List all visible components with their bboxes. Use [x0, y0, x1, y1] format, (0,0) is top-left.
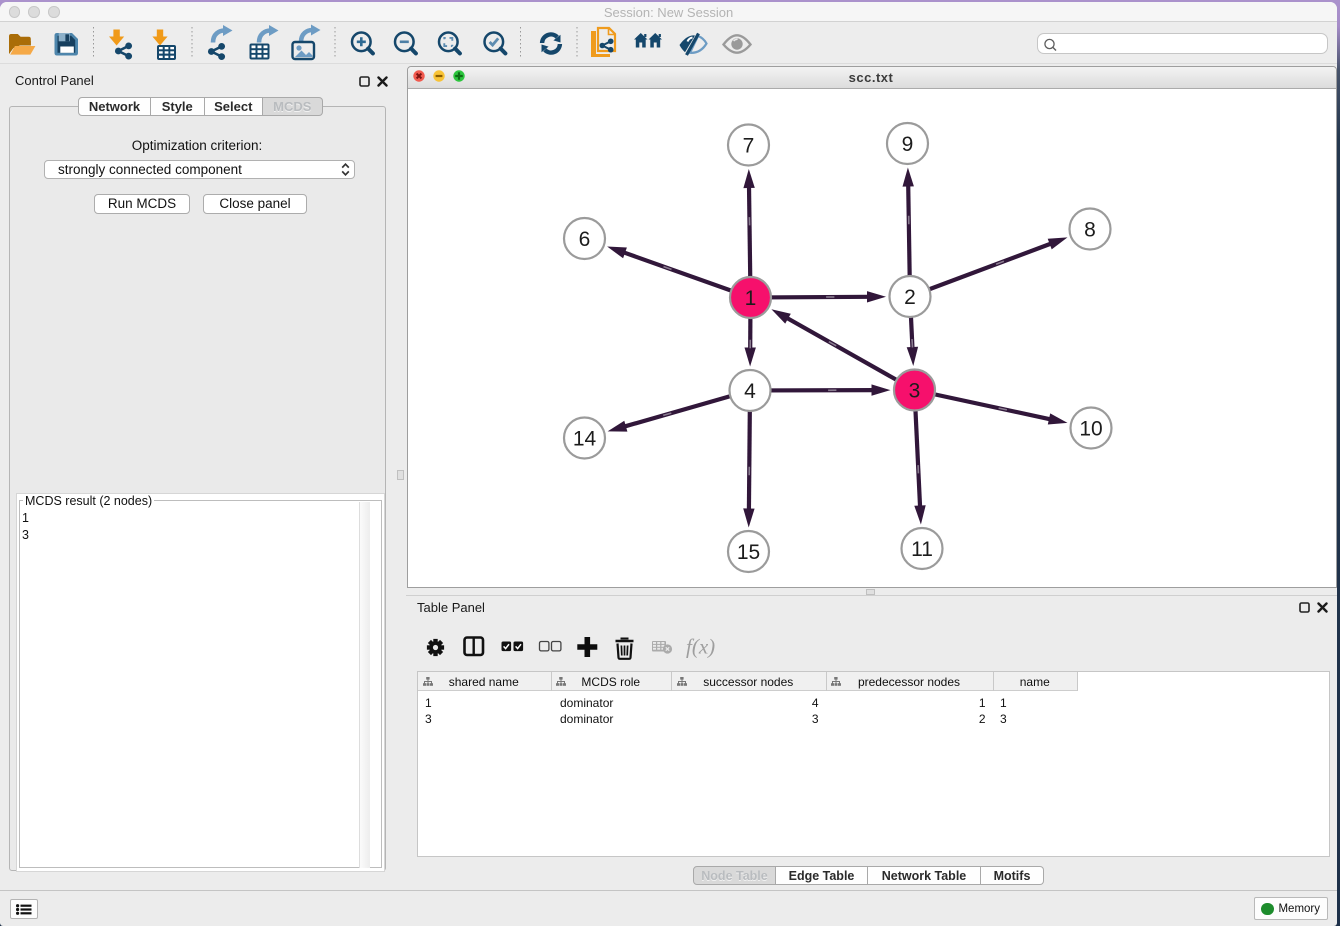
- svg-text:14: 14: [573, 428, 597, 451]
- svg-text:3: 3: [909, 380, 921, 403]
- svg-text:f(x): f(x): [686, 635, 715, 659]
- svg-text:15: 15: [737, 541, 760, 564]
- svg-text:8: 8: [1084, 219, 1096, 242]
- svg-text:4: 4: [744, 380, 756, 403]
- svg-text:10: 10: [1079, 418, 1102, 441]
- svg-text:11: 11: [911, 538, 933, 561]
- svg-text:7: 7: [743, 135, 755, 158]
- svg-text:6: 6: [579, 228, 591, 251]
- svg-text:9: 9: [902, 133, 914, 156]
- svg-text:1: 1: [745, 287, 757, 310]
- svg-text:2: 2: [904, 286, 916, 309]
